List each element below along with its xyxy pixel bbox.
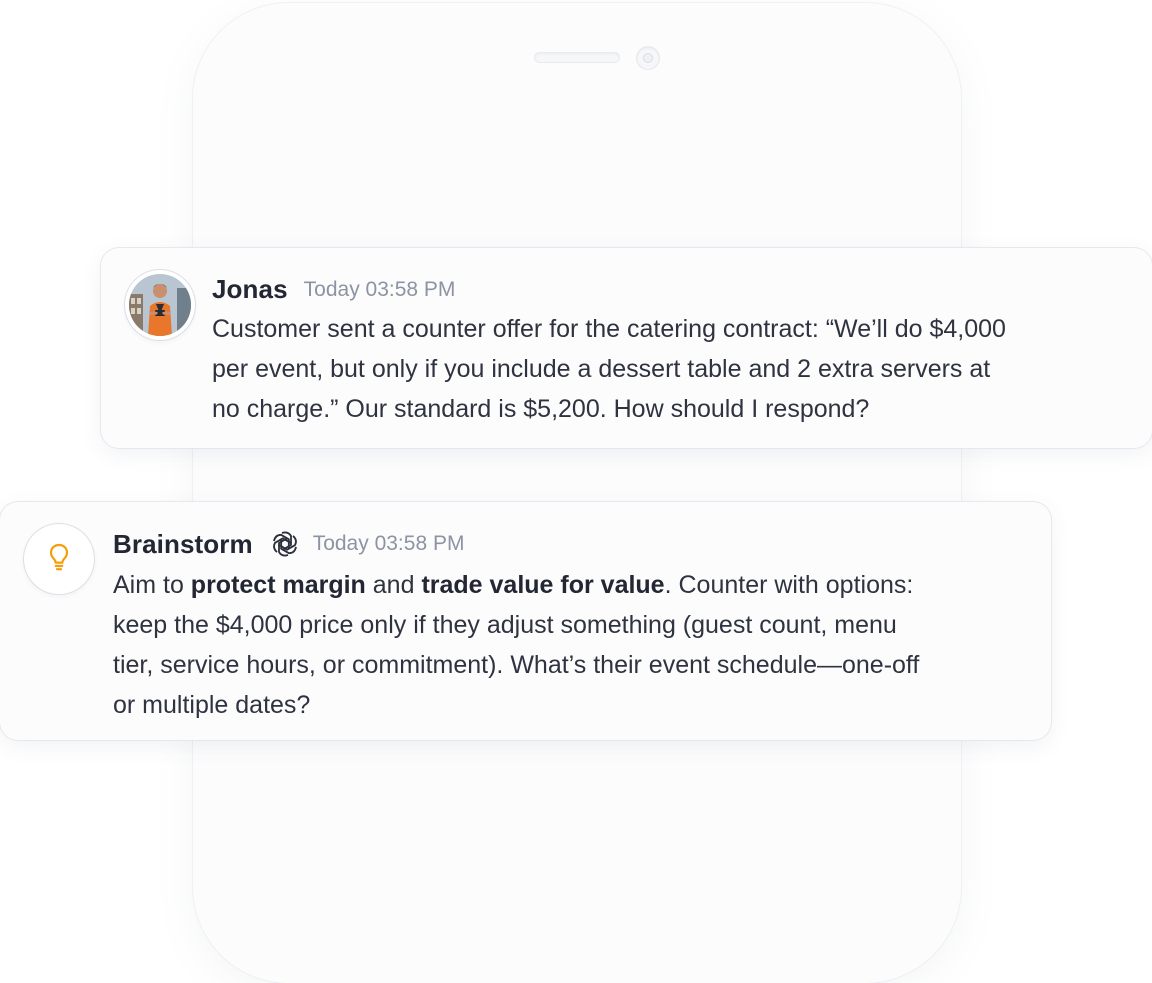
text-segment: . Counter with options:	[664, 571, 914, 599]
message-text: Customer sent a counter offer for the ca…	[212, 309, 1137, 429]
message-line: Aim to protect margin and trade value fo…	[113, 565, 1033, 605]
phone-camera	[637, 47, 659, 69]
text-segment: Aim to	[113, 571, 191, 599]
text-segment: and	[365, 571, 422, 599]
emphasis-trade-value: trade value for value	[421, 571, 665, 599]
message-card-jonas: Jonas Today 03:58 PM Customer sent a cou…	[101, 248, 1152, 448]
message-line: per event, but only if you include a des…	[212, 355, 991, 383]
message-timestamp: Today 03:58 PM	[312, 532, 465, 555]
sender-name: Brainstorm	[113, 528, 253, 559]
openai-icon	[269, 528, 301, 560]
phone-frame	[193, 3, 961, 983]
lightbulb-icon	[47, 542, 71, 577]
message-timestamp: Today 03:58 PM	[303, 277, 456, 301]
emphasis-protect-margin: protect margin	[190, 571, 366, 599]
phone-speaker	[535, 53, 619, 62]
message-line: or multiple dates?	[113, 691, 311, 719]
avatar[interactable]	[24, 524, 94, 594]
message-header: Jonas Today 03:58 PM	[212, 274, 455, 305]
message-header: Brainstorm Today 03:58 PM	[113, 528, 464, 560]
message-line: no charge.” Our standard is $5,200. How …	[212, 395, 870, 423]
message-line: tier, service hours, or commitment). Wha…	[113, 651, 920, 679]
user-photo-avatar	[129, 274, 191, 336]
avatar[interactable]	[125, 270, 195, 340]
message-line: Customer sent a counter offer for the ca…	[212, 315, 1006, 343]
sender-name: Jonas	[212, 274, 288, 304]
message-line: keep the $4,000 price only if they adjus…	[113, 611, 897, 639]
message-card-brainstorm: Brainstorm Today 03:58 PM Aim to protect…	[0, 502, 1051, 740]
message-text: Aim to protect margin and trade value fo…	[113, 565, 1033, 725]
